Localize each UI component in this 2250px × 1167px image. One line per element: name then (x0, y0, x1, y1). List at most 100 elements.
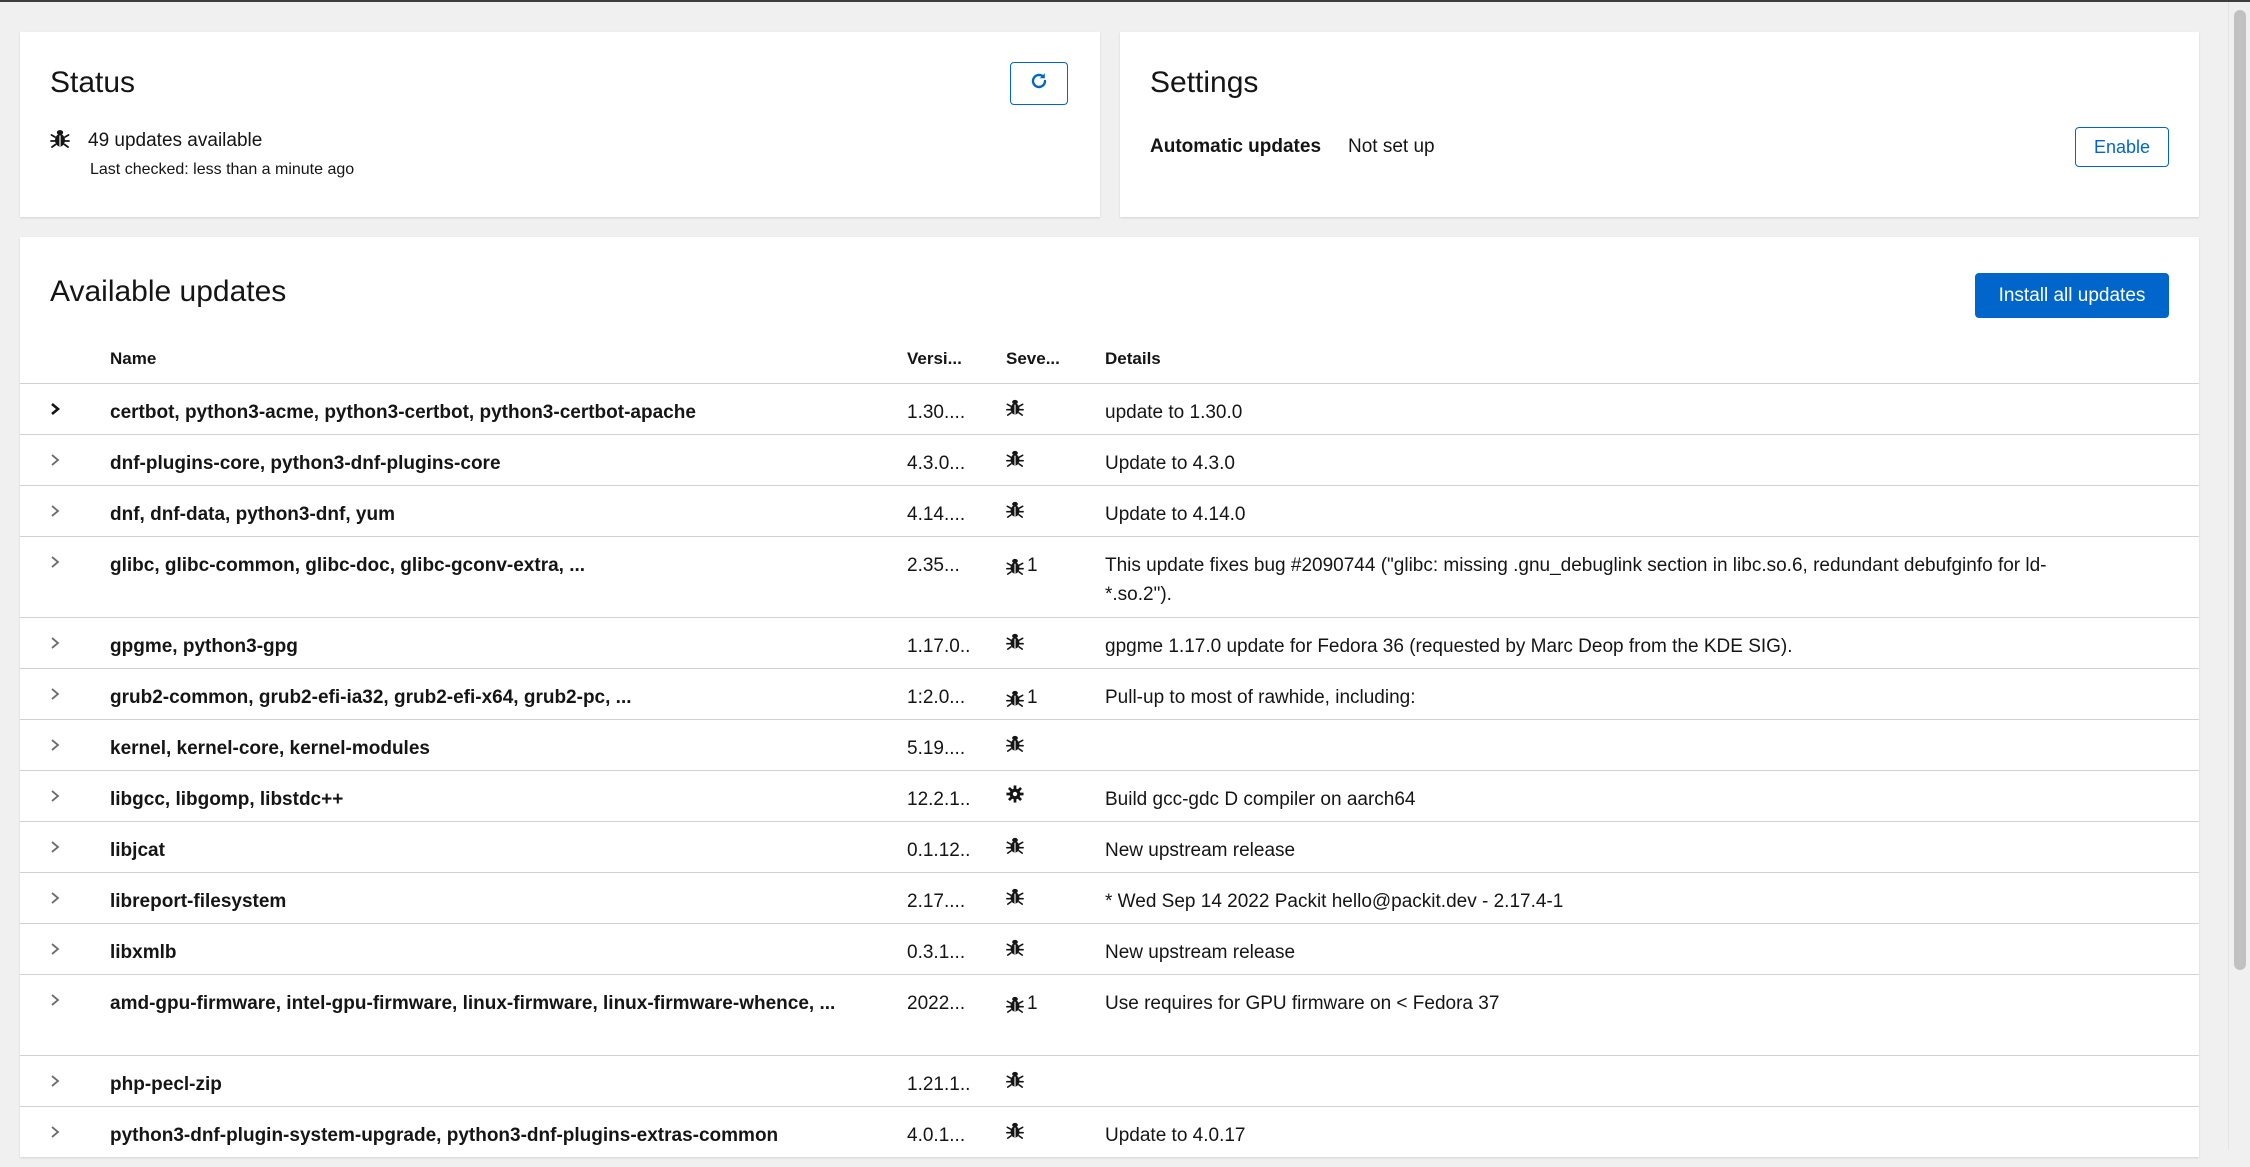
row-name: libreport-filesystem (110, 891, 287, 912)
row-name: libjcat (110, 840, 165, 861)
refresh-button[interactable] (1010, 62, 1068, 105)
table-row[interactable]: kernel, kernel-core, kernel-modules 5.19.… (20, 719, 2199, 771)
status-title: Status (50, 66, 136, 99)
bug-icon (1006, 734, 1024, 752)
enable-button[interactable]: Enable (2075, 127, 2169, 167)
row-name: libxmlb (110, 942, 177, 963)
gear-icon (1006, 785, 1024, 803)
row-version: 12.2.1... (907, 789, 969, 810)
row-version: 2022... (907, 993, 966, 1014)
row-severity (1006, 449, 1027, 467)
row-severity (1006, 500, 1027, 518)
expand-chevron-icon[interactable] (48, 993, 62, 1007)
row-severity (1006, 632, 1027, 650)
expand-chevron-icon[interactable] (48, 1125, 62, 1139)
column-header-severity[interactable]: Seve... (1006, 349, 1060, 369)
page-scrollbar[interactable] (2228, 2, 2250, 1149)
bug-icon (1006, 500, 1024, 518)
severity-count: 1 (1027, 993, 1038, 1014)
row-version: 1.21.1... (907, 1074, 969, 1095)
row-details: gpgme 1.17.0 update for Fedora 36 (reque… (1105, 636, 1793, 657)
expand-chevron-icon[interactable] (48, 636, 62, 650)
bug-icon (1006, 449, 1024, 467)
column-header-details[interactable]: Details (1105, 349, 1161, 369)
row-severity: 1 (1006, 989, 1038, 1018)
table-row[interactable]: python3-dnf-plugin-system-upgrade, pytho… (20, 1106, 2199, 1167)
expand-chevron-icon[interactable] (48, 504, 62, 518)
column-header-version[interactable]: Versi... (907, 349, 962, 369)
expand-chevron-icon[interactable] (48, 453, 62, 467)
bug-icon (1006, 1070, 1024, 1088)
row-details: Update to 4.14.0 (1105, 504, 1246, 525)
available-updates-card: Available updates Install all updates Na… (20, 237, 2199, 1157)
expand-chevron-icon[interactable] (48, 1074, 62, 1088)
expand-chevron-icon[interactable] (48, 789, 62, 803)
row-name: php-pecl-zip (110, 1074, 222, 1095)
expand-chevron-icon[interactable] (48, 942, 62, 956)
table-row[interactable]: amd-gpu-firmware, intel-gpu-firmware, li… (20, 974, 2199, 1056)
table-row[interactable]: libxmlb 0.3.1... New upstream release (20, 923, 2199, 975)
row-severity: 1 (1006, 551, 1038, 580)
table-row[interactable]: php-pecl-zip 1.21.1... (20, 1055, 2199, 1107)
row-version: 1.17.0... (907, 636, 969, 657)
row-version: 5.19.... (907, 738, 966, 759)
bug-icon (1006, 398, 1024, 416)
row-details: update to 1.30.0 (1105, 402, 1243, 423)
bug-icon (50, 128, 70, 154)
row-name: dnf-plugins-core, python3-dnf-plugins-co… (110, 453, 501, 474)
expand-chevron-icon[interactable] (48, 687, 62, 701)
table-row[interactable]: libreport-filesystem 2.17.... * Wed Sep 14… (20, 872, 2199, 924)
table-row[interactable]: grub2-common, grub2-efi-ia32, grub2-efi-… (20, 668, 2199, 720)
row-version: 2.17.... (907, 891, 966, 912)
bug-icon (1006, 632, 1024, 650)
row-severity (1006, 836, 1027, 854)
row-severity (1006, 887, 1027, 905)
row-severity: 1 (1006, 683, 1038, 712)
table-row[interactable]: libjcat 0.1.12... New upstream release (20, 821, 2199, 873)
expand-chevron-icon[interactable] (48, 555, 62, 569)
bug-icon (1006, 938, 1024, 956)
bug-icon (1006, 995, 1024, 1013)
row-severity (1006, 734, 1027, 752)
automatic-updates-value: Not set up (1348, 136, 1435, 157)
row-name: gpgme, python3-gpg (110, 636, 298, 657)
row-version: 4.0.1... (907, 1125, 966, 1146)
scrollbar-thumb[interactable] (2234, 10, 2246, 970)
row-severity (1006, 785, 1027, 803)
settings-card: Settings Automatic updates Not set up En… (1120, 32, 2199, 217)
refresh-icon (1029, 71, 1049, 96)
expand-chevron-icon[interactable] (48, 840, 62, 854)
row-details: Use requires for GPU firmware on < Fedor… (1105, 993, 1500, 1014)
row-details: Pull-up to most of rawhide, including: (1105, 687, 1416, 708)
table-row[interactable]: gpgme, python3-gpg 1.17.0... gpgme 1.17.0 … (20, 617, 2199, 669)
updates-count-text: 49 updates available (88, 130, 263, 151)
settings-title: Settings (1150, 66, 1259, 99)
row-name: certbot, python3-acme, python3-certbot, … (110, 402, 696, 423)
column-header-name[interactable]: Name (110, 349, 156, 369)
install-all-updates-button[interactable]: Install all updates (1975, 273, 2169, 318)
bug-icon (1006, 887, 1024, 905)
row-version: 4.14.... (907, 504, 966, 525)
expand-chevron-icon[interactable] (48, 402, 62, 416)
bug-icon (1006, 689, 1024, 707)
row-details: New upstream release (1105, 840, 1296, 861)
table-row[interactable]: libgcc, libgomp, libstdc++ 12.2.1... Build… (20, 770, 2199, 822)
expand-chevron-icon[interactable] (48, 738, 62, 752)
table-row[interactable]: glibc, glibc-common, glibc-doc, glibc-gc… (20, 536, 2199, 618)
row-name: grub2-common, grub2-efi-ia32, grub2-efi-… (110, 687, 632, 708)
last-checked-text: Last checked: less than a minute ago (90, 161, 355, 178)
row-details: This update fixes bug #2090744 ("glibc: … (1105, 555, 2047, 605)
row-name: kernel, kernel-core, kernel-modules (110, 738, 430, 759)
row-name: glibc, glibc-common, glibc-doc, glibc-gc… (110, 555, 586, 576)
row-version: 4.3.0... (907, 453, 966, 474)
row-name: dnf, dnf-data, python3-dnf, yum (110, 504, 395, 525)
window-top-border (0, 0, 2250, 2)
table-row[interactable]: dnf, dnf-data, python3-dnf, yum 4.14.... U… (20, 485, 2199, 537)
table-row[interactable]: certbot, python3-acme, python3-certbot, … (20, 383, 2199, 435)
table-row[interactable]: dnf-plugins-core, python3-dnf-plugins-co… (20, 434, 2199, 486)
row-severity (1006, 1121, 1027, 1139)
row-version: 0.3.1... (907, 942, 966, 963)
updates-available-line: 49 updates available (50, 128, 262, 154)
expand-chevron-icon[interactable] (48, 891, 62, 905)
row-details: Update to 4.3.0 (1105, 453, 1235, 474)
